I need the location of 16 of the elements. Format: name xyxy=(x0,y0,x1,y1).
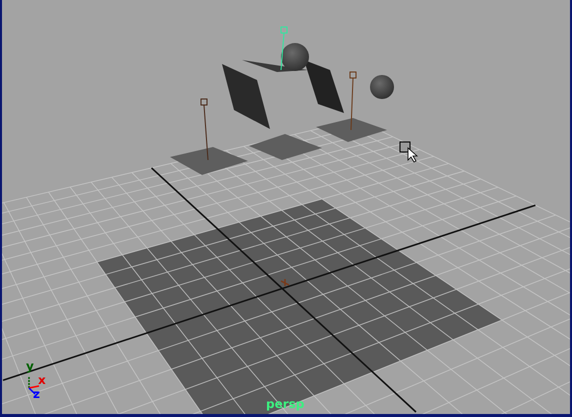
tilted-plane[interactable] xyxy=(222,64,270,129)
spot-light[interactable] xyxy=(200,98,208,160)
axis-label: z xyxy=(33,387,40,401)
small-plane[interactable] xyxy=(170,147,248,175)
small-plane[interactable] xyxy=(316,118,387,142)
pivot-marker xyxy=(280,278,290,287)
cursor-icon xyxy=(400,142,418,163)
sphere[interactable] xyxy=(370,75,394,99)
sphere[interactable] xyxy=(281,43,309,71)
small-plane[interactable] xyxy=(249,134,322,160)
ground-plane[interactable] xyxy=(97,199,502,414)
tilted-plane[interactable] xyxy=(304,60,344,113)
axis-label: x xyxy=(38,373,46,387)
spot-light[interactable] xyxy=(280,26,288,70)
spot-light[interactable] xyxy=(350,72,356,130)
axis-label: y xyxy=(26,359,34,373)
